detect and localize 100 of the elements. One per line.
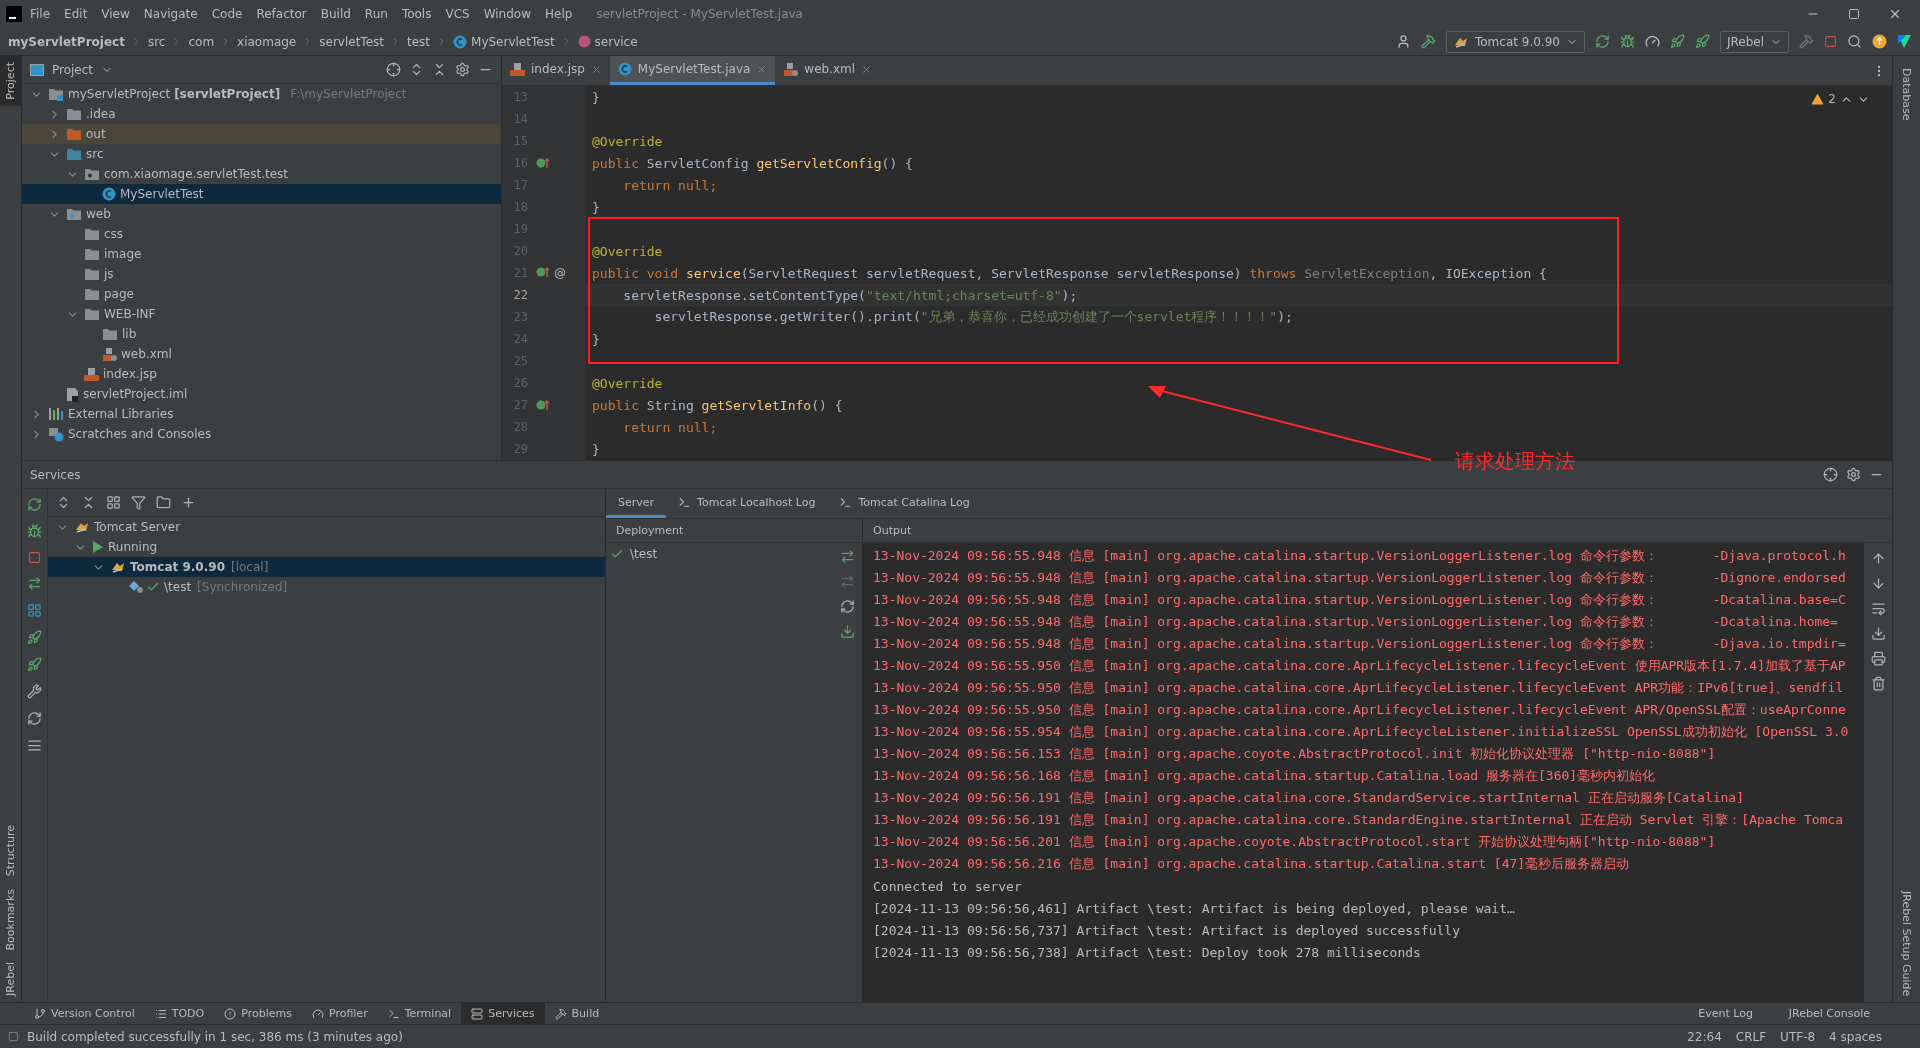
rerun-icon[interactable]: [27, 497, 42, 512]
menu-item[interactable]: Code: [205, 7, 249, 21]
breadcrumb[interactable]: MyServletTest: [453, 34, 555, 49]
deployment-item[interactable]: \test: [630, 547, 658, 561]
tree-item[interactable]: index.jsp: [22, 364, 501, 384]
tree-item[interactable]: servletProject.iml: [22, 384, 501, 404]
group-icon[interactable]: [106, 495, 121, 510]
status-item[interactable]: UTF-8: [1780, 1029, 1816, 1044]
tool-tab[interactable]: Problems: [214, 1003, 302, 1024]
settings-icon[interactable]: [455, 62, 470, 77]
breadcrumb[interactable]: xiaomage: [237, 34, 297, 49]
gauge-icon[interactable]: [1644, 34, 1660, 49]
menu-item[interactable]: Edit: [58, 7, 94, 21]
tree-item[interactable]: out: [22, 124, 501, 144]
close-icon[interactable]: [1888, 7, 1902, 21]
tool-tab[interactable]: Build: [544, 1003, 610, 1024]
trash-icon[interactable]: [1870, 676, 1886, 691]
download-icon[interactable]: [839, 624, 855, 639]
stop-icon[interactable]: [1824, 35, 1837, 48]
add-icon[interactable]: [181, 495, 196, 510]
maximize-icon[interactable]: [1848, 8, 1860, 20]
status-item[interactable]: 4 spaces: [1829, 1029, 1882, 1044]
tool-window-tab[interactable]: JRebel: [0, 956, 21, 1002]
tool-window-tab[interactable]: Bookmarks: [0, 882, 21, 957]
editor-tab[interactable]: web.xml: [775, 56, 881, 85]
tree-item[interactable]: web.xml: [22, 344, 501, 364]
wrench-icon[interactable]: [27, 684, 42, 699]
panel-tab[interactable]: Tomcat Localhost Log: [666, 489, 828, 518]
tool-tab[interactable]: Version Control: [24, 1003, 145, 1024]
search-icon[interactable]: [1847, 34, 1862, 49]
refresh-icon[interactable]: [27, 711, 42, 726]
tool-window-tab[interactable]: JRebel Setup Guide: [1897, 884, 1916, 1002]
update-icon[interactable]: [1872, 34, 1887, 49]
tree-item[interactable]: js: [22, 264, 501, 284]
tool-window-tab[interactable]: Database: [1897, 62, 1916, 127]
panel-tab[interactable]: Tomcat Catalina Log: [827, 489, 982, 518]
tree-item[interactable]: web: [22, 204, 501, 224]
user-icon[interactable]: [1395, 34, 1411, 49]
folder-icon[interactable]: [156, 495, 171, 510]
tree-item[interactable]: Scratches and Consoles: [22, 424, 501, 444]
breadcrumb[interactable]: myServletProject: [8, 34, 125, 49]
tool-tab[interactable]: Terminal: [377, 1003, 462, 1024]
settings-icon[interactable]: [1846, 467, 1861, 482]
run-config-dropdown[interactable]: Tomcat 9.0.90: [1445, 30, 1585, 53]
breadcrumb[interactable]: src: [147, 34, 166, 49]
panel-title[interactable]: Project: [52, 62, 94, 77]
debug-icon[interactable]: [27, 524, 42, 539]
menu-item[interactable]: Run: [358, 7, 394, 21]
rocket-icon[interactable]: [1694, 34, 1710, 49]
tree-item[interactable]: .idea: [22, 104, 501, 124]
tree-item[interactable]: lib: [22, 324, 501, 344]
logo-icon[interactable]: [1897, 34, 1912, 49]
breadcrumb[interactable]: test: [407, 34, 431, 49]
menu-item[interactable]: File: [24, 7, 57, 21]
deploy-icon[interactable]: [27, 576, 42, 591]
refresh-icon[interactable]: [839, 599, 855, 614]
breadcrumb[interactable]: servletTest: [319, 34, 384, 49]
tree-item[interactable]: page: [22, 284, 501, 304]
layout-icon[interactable]: [27, 738, 42, 753]
locate-icon[interactable]: [386, 62, 401, 77]
status-item[interactable]: CRLF: [1735, 1029, 1767, 1044]
menu-item[interactable]: Help: [539, 7, 579, 21]
tree-item[interactable]: src: [22, 144, 501, 164]
tree-item[interactable]: myServletProject [servletProject] F:\myServletProject: [22, 84, 501, 104]
down-arrow-icon[interactable]: [1870, 576, 1886, 591]
menu-item[interactable]: VCS: [439, 7, 476, 21]
stop-icon[interactable]: [28, 551, 41, 564]
tool-tab[interactable]: TODO: [144, 1003, 215, 1024]
close-icon[interactable]: [590, 63, 602, 75]
tool-tab[interactable]: Profiler: [301, 1003, 378, 1024]
breadcrumb[interactable]: service: [577, 34, 638, 49]
hammer-icon[interactable]: [1420, 34, 1436, 49]
menu-item[interactable]: Refactor: [250, 7, 313, 21]
locate-icon[interactable]: [1823, 467, 1838, 482]
tool-window-tab[interactable]: Project: [0, 56, 21, 106]
menu-item[interactable]: Tools: [395, 7, 438, 21]
tree-item[interactable]: css: [22, 224, 501, 244]
rerun-icon[interactable]: [1594, 34, 1610, 49]
tree-item[interactable]: Tomcat 9.0.90 [local]: [48, 557, 605, 577]
wrap-icon[interactable]: [1870, 601, 1886, 616]
close-icon[interactable]: [861, 63, 873, 75]
menu-item[interactable]: View: [95, 7, 136, 21]
tree-item[interactable]: \test [Synchronized]: [48, 577, 605, 597]
menu-item[interactable]: Build: [314, 7, 357, 21]
rocket-icon[interactable]: [1669, 34, 1685, 49]
editor-tab[interactable]: index.jsp: [502, 56, 610, 85]
tree-item[interactable]: image: [22, 244, 501, 264]
rocket-icon[interactable]: [27, 630, 42, 645]
tool-tab[interactable]: Event Log: [1688, 1007, 1763, 1020]
tree-item[interactable]: Running: [48, 537, 605, 557]
filter-icon[interactable]: [131, 495, 146, 510]
rocket-icon[interactable]: [27, 657, 42, 672]
editor-tab[interactable]: MyServletTest.java: [609, 56, 776, 85]
scroll-end-icon[interactable]: [1870, 626, 1886, 641]
debug-icon[interactable]: [1619, 34, 1635, 49]
tree-item[interactable]: WEB-INF: [22, 304, 501, 324]
grid-icon[interactable]: [27, 603, 42, 618]
tree-item[interactable]: com.xiaomage.servletTest.test: [22, 164, 501, 184]
tool-tab[interactable]: JRebel Console: [1778, 1007, 1880, 1020]
deploy-icon[interactable]: [839, 549, 855, 564]
